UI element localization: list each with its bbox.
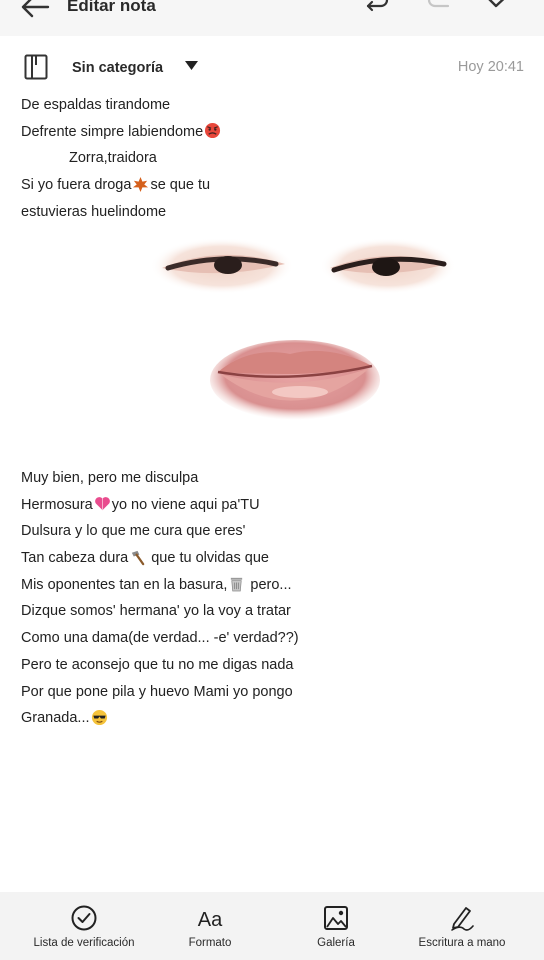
- image-icon: [324, 906, 348, 930]
- bottom-toolbar: Lista de verificación Aa Formato Galería…: [0, 892, 544, 960]
- redo-icon[interactable]: [424, 0, 454, 20]
- top-app-bar: Editar nota: [0, 0, 544, 36]
- page-title: Editar nota: [67, 0, 156, 15]
- note-line: Mis oponentes tan en la basura, pero...: [21, 576, 292, 593]
- check-icon[interactable]: [484, 0, 514, 20]
- note-line: Si yo fuera droga se que tu: [21, 176, 211, 194]
- angry-face-emoji: [205, 123, 221, 139]
- note-line: Pero te aconsejo que tu no me digas nada: [21, 656, 294, 673]
- notebook-icon[interactable]: [24, 54, 48, 80]
- trash-can-emoji: [231, 578, 243, 592]
- note-line: Dizque somos' hermana' yo la voy a trata…: [21, 603, 291, 620]
- checklist-label: Lista de verificación: [33, 937, 135, 949]
- note-line: Dulsura y lo que me cura que eres': [21, 523, 246, 540]
- checklist-button[interactable]: Lista de verificación: [14, 892, 154, 960]
- note-line: Hermosura yo no viene aqui pa'TU: [21, 496, 260, 513]
- hammer-emoji: [132, 550, 145, 565]
- format-button[interactable]: Aa Formato: [170, 892, 250, 960]
- chevron-down-icon[interactable]: [185, 61, 198, 71]
- note-body-stanza-1[interactable]: De espaldas tirandome Defrente simpre la…: [21, 92, 222, 225]
- sunglasses-emoji: [91, 709, 107, 725]
- leaf-emoji: [133, 176, 149, 192]
- format-label: Formato: [188, 937, 232, 949]
- note-line: Zorra,traidora: [69, 150, 157, 167]
- face-sticker-image[interactable]: [150, 234, 460, 424]
- category-selector[interactable]: Sin categoría: [72, 60, 163, 76]
- handwriting-button[interactable]: Escritura a mano: [402, 892, 522, 960]
- note-line: Granada...: [21, 705, 299, 732]
- gallery-label: Galería: [317, 937, 355, 949]
- note-line: estuvieras huelindome: [21, 203, 167, 220]
- gallery-button[interactable]: Galería: [296, 892, 376, 960]
- text-format-icon: Aa: [198, 909, 223, 931]
- note-line: Como una dama(de verdad... -e' verdad??): [21, 630, 299, 647]
- undo-icon[interactable]: [362, 0, 392, 20]
- note-line: Tan cabeza dura que tu olvidas que: [21, 550, 269, 567]
- category-bar: Sin categoría Hoy 20:41: [0, 40, 544, 94]
- pen-icon: [451, 907, 474, 931]
- heart-emoji: [94, 497, 110, 511]
- note-body-stanza-2[interactable]: Muy bien, pero me disculpa Hermosura yo n…: [21, 465, 299, 732]
- note-line: Muy bien, pero me disculpa: [21, 470, 199, 486]
- note-timestamp: Hoy 20:41: [457, 59, 524, 75]
- note-line: Defrente simpre labiendome: [21, 119, 222, 146]
- back-arrow-icon[interactable]: [18, 0, 52, 22]
- note-line: De espaldas tirandome: [21, 97, 171, 113]
- note-line: Por que pone pila y huevo Mami yo pongo: [21, 683, 293, 700]
- checklist-icon: [71, 905, 97, 931]
- handwriting-label: Escritura a mano: [418, 937, 506, 949]
- svg-text:Aa: Aa: [198, 909, 223, 931]
